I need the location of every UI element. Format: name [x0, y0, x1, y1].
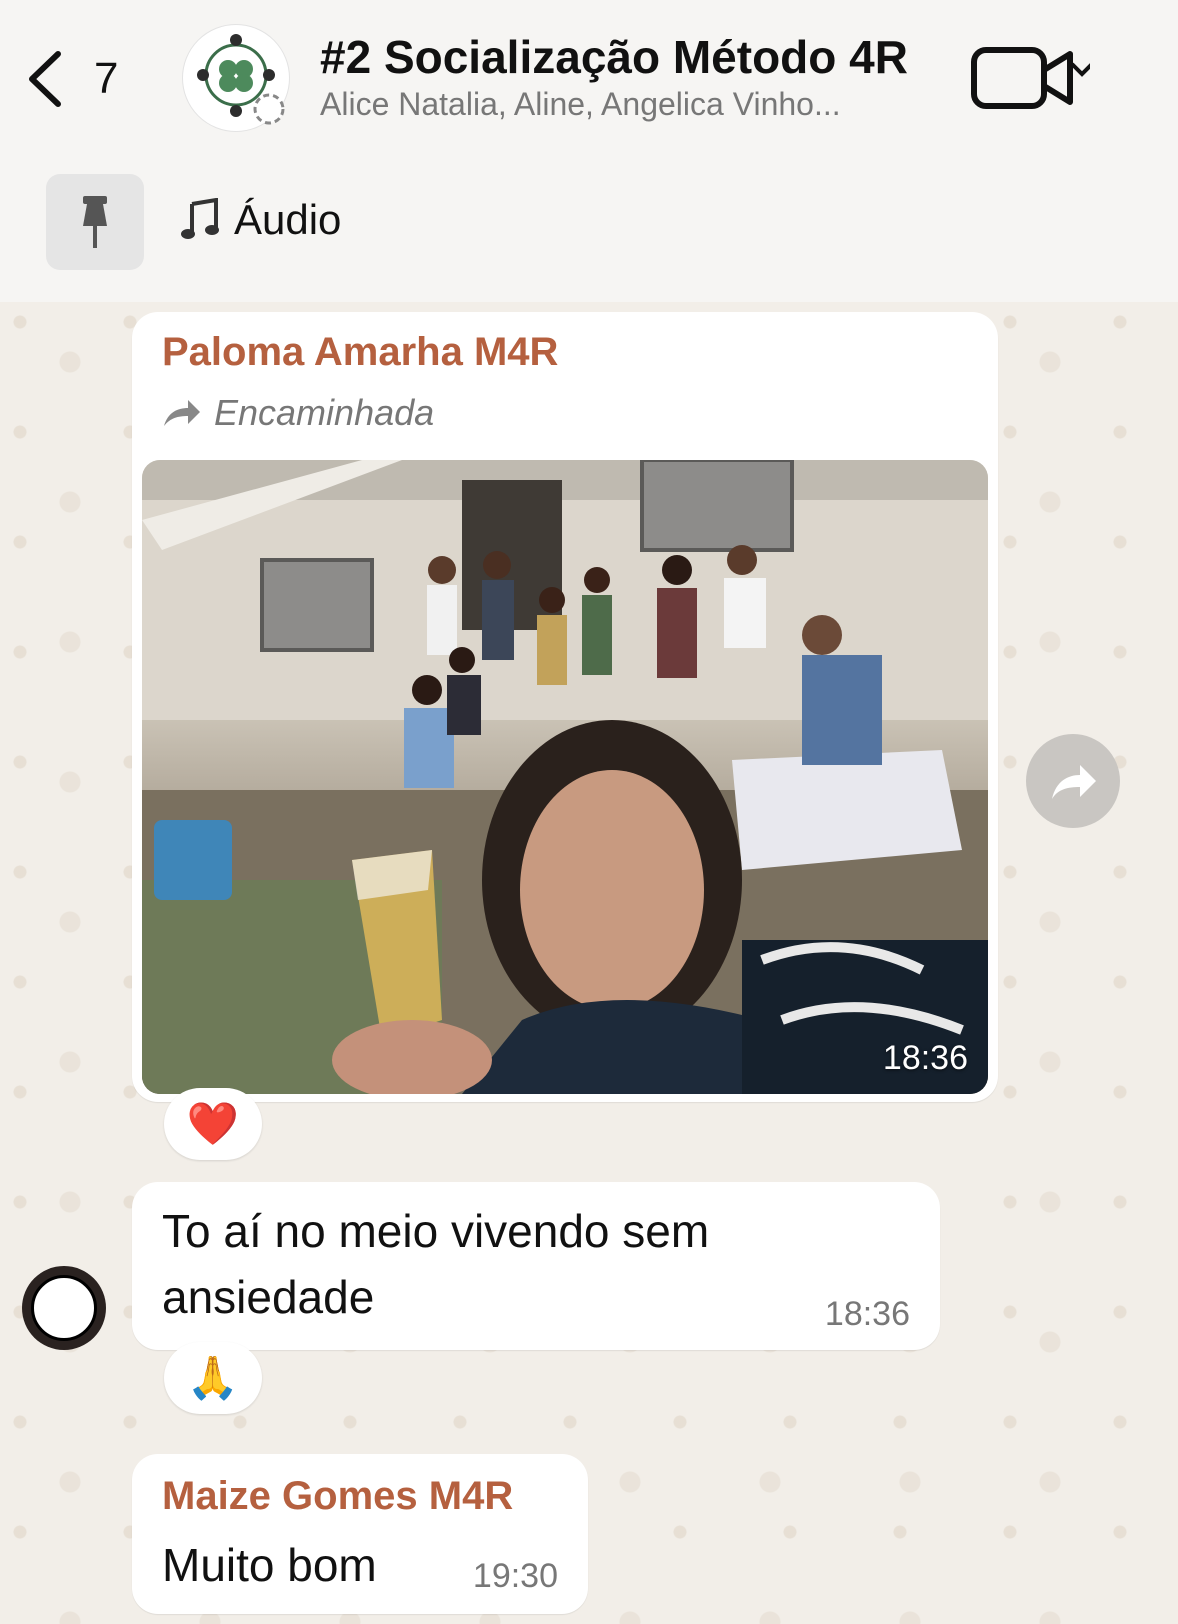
forwarded-label: Encaminhada: [214, 392, 435, 433]
pray-reaction: 🙏: [186, 1353, 240, 1401]
sender-name[interactable]: Maize Gomes M4R: [162, 1474, 513, 1519]
pinned-message-bar[interactable]: Áudio: [0, 160, 1178, 303]
sender-name[interactable]: Paloma Amarha M4R: [162, 330, 558, 375]
text-message[interactable]: Maize Gomes M4R Muito bom 19:30: [132, 1454, 588, 1614]
pin-icon: [83, 196, 107, 248]
forward-arrow-icon: [164, 400, 200, 426]
sender-avatar[interactable]: [22, 1266, 106, 1350]
group-photo-illustration: [142, 460, 988, 1094]
photo-attachment[interactable]: 18:36: [142, 460, 988, 1094]
back-button[interactable]: 7: [22, 44, 132, 114]
heart-reaction: ❤️: [186, 1099, 240, 1147]
forward-arrow-icon: [1052, 765, 1096, 799]
image-message[interactable]: Paloma Amarha M4R Encaminhada 18:36: [132, 312, 998, 1102]
chat-header: 7 #2 Socialização Método 4R Alice Natali…: [0, 0, 1178, 160]
chat-messages[interactable]: Paloma Amarha M4R Encaminhada 18:36 ❤️ T…: [0, 302, 1178, 1624]
message-text: To aí no meio vivendo sem ansiedade: [162, 1205, 710, 1323]
group-members[interactable]: Alice Natalia, Aline, Angelica Vinho...: [320, 86, 940, 123]
forwarded-indicator: Encaminhada: [162, 392, 434, 434]
pinned-message-label: Áudio: [234, 196, 342, 243]
message-time: 19:30: [472, 1557, 558, 1595]
group-avatar[interactable]: [182, 24, 290, 132]
reaction-badge[interactable]: 🙏: [164, 1342, 262, 1414]
message-time: 18:36: [882, 1039, 968, 1077]
video-camera-icon: [971, 47, 1094, 109]
text-message[interactable]: To aí no meio vivendo sem ansiedade 18:3…: [132, 1182, 940, 1350]
music-note-icon: [181, 198, 219, 239]
pin-button[interactable]: [46, 174, 144, 270]
group-title[interactable]: #2 Socialização Método 4R: [320, 30, 908, 84]
pinned-message[interactable]: Áudio: [180, 196, 341, 244]
reaction-badge[interactable]: ❤️: [164, 1088, 262, 1160]
video-call-button[interactable]: [970, 40, 1094, 120]
group-logo-icon: [197, 34, 285, 125]
chevron-left-icon: [29, 51, 61, 107]
chat-screen: 7 #2 Socialização Método 4R Alice Natali…: [0, 0, 1178, 1624]
message-text: Muito bom: [162, 1539, 377, 1591]
forward-button[interactable]: [1026, 734, 1120, 828]
message-time: 18:36: [824, 1295, 910, 1333]
unread-count: 7: [94, 54, 119, 103]
